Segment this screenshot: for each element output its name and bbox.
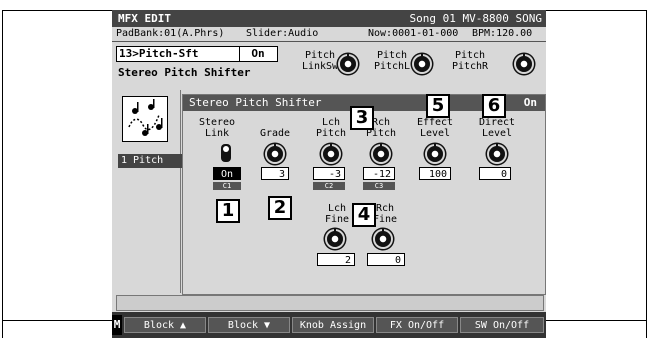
screen-title: MFX EDIT (118, 12, 171, 25)
lch-pitch-label: Lch Pitch (311, 117, 351, 139)
lch-fine-label-line1: Lch (327, 203, 347, 214)
lch-fine-label: Lch Fine (317, 203, 357, 225)
top-knob-2-label-line1: Pitch (376, 50, 408, 61)
status-header: PadBank:01(A.Phrs) Slider:Audio Now:0001… (112, 27, 546, 42)
lch-pitch-value[interactable]: -3 (313, 167, 345, 180)
grade-value[interactable]: 3 (261, 167, 289, 180)
knob-assign-button[interactable]: Knob Assign (292, 317, 374, 333)
padbank-status: PadBank:01(A.Phrs) (116, 28, 225, 39)
block-up-button[interactable]: Block ▲ (124, 317, 206, 333)
effect-level-label: Effect Level (415, 117, 455, 139)
note-wave-icon-graphic (128, 99, 163, 136)
panel-switch-value[interactable]: On (524, 95, 537, 111)
knob-notch (334, 228, 336, 233)
effect-level-knob[interactable] (427, 143, 443, 162)
stereo-link-label-line1: Stereo (198, 117, 236, 128)
direct-level-knob[interactable] (489, 143, 505, 162)
pitch-pitchl-knob[interactable] (414, 53, 430, 72)
knob-notch (496, 143, 498, 148)
lch-pitch-label-line1: Lch (321, 117, 341, 128)
callout-5: 5 (426, 94, 450, 118)
rch-pitch-ctrl-badge: C3 (363, 182, 395, 190)
stereo-link-label: Stereo Link (197, 117, 237, 139)
message-bar (116, 295, 544, 311)
fx-type-name: 13>Pitch-Sft (119, 47, 199, 60)
effect-level-label-line2: Level (419, 128, 451, 139)
direct-level-label-line2: Level (481, 128, 513, 139)
note-wave-icon (122, 96, 168, 142)
knob-notch (330, 143, 332, 148)
top-knob-1-label-line1: Pitch (304, 50, 336, 61)
top-knob-3-label-line2: PitchR (451, 61, 489, 72)
top-knob-1-label: Pitch LinkSw (300, 50, 340, 72)
knob-notch (347, 53, 349, 58)
stereo-link-value[interactable]: On (213, 167, 241, 180)
rch-pitch-knob[interactable] (373, 143, 389, 162)
fx-onoff-button[interactable]: FX On/Off (376, 317, 458, 333)
direct-level-label: Direct Level (477, 117, 517, 139)
knob-notch (523, 53, 525, 58)
panel-title: Stereo Pitch Shifter (189, 96, 322, 109)
lch-fine-value[interactable]: 2 (317, 253, 355, 266)
knob-notch (380, 143, 382, 148)
grade-knob[interactable] (267, 143, 283, 162)
direct-level-label-line1: Direct (478, 117, 516, 128)
now-position: Now:0001-01-000 (368, 28, 459, 39)
knob-notch (382, 228, 384, 233)
frame-left-border (2, 10, 3, 338)
knob-notch (434, 143, 436, 148)
top-knob-2-label: Pitch PitchL (372, 50, 412, 72)
rch-fine-value[interactable]: 0 (367, 253, 405, 266)
callout-4: 4 (352, 203, 376, 227)
stereo-link-ctrl-badge: C1 (213, 182, 241, 190)
slider-status: Slider:Audio (246, 28, 319, 39)
song-name: Song 01 MV-8800 SONG (409, 12, 542, 25)
top-knob-1-label-line2: LinkSw (301, 61, 339, 72)
device-screen: MFX EDIT Song 01 MV-8800 SONG PadBank:01… (112, 10, 546, 338)
lch-pitch-knob[interactable] (323, 143, 339, 162)
function-button-row: M Block ▲ Block ▼ Knob Assign FX On/Off … (112, 312, 546, 338)
bpm-display: BPM:120.00 (472, 28, 533, 39)
stereo-link-label-line2: Link (204, 128, 230, 139)
callout-3: 3 (350, 106, 374, 130)
pitch-pitchr-knob[interactable] (516, 53, 532, 72)
rch-pitch-value[interactable]: -12 (363, 167, 395, 180)
stereo-link-toggle[interactable] (221, 144, 231, 162)
effect-level-value[interactable]: 100 (419, 167, 451, 180)
callout-1: 1 (216, 199, 240, 223)
callout-6: 6 (482, 94, 506, 118)
fx-type-selector[interactable]: 13>Pitch-Sft On (116, 46, 278, 62)
top-knob-2-label-line2: PitchL (373, 61, 411, 72)
lch-pitch-label-line2: Pitch (315, 128, 347, 139)
m-button[interactable]: M (112, 315, 122, 335)
fx-description: Stereo Pitch Shifter (118, 66, 251, 79)
knob-notch (274, 143, 276, 148)
frame-right-border (646, 10, 647, 338)
top-knob-3-label-line1: Pitch (454, 50, 486, 61)
lch-fine-label-line2: Fine (324, 214, 350, 225)
knob-notch (421, 53, 423, 58)
effect-level-label-line1: Effect (416, 117, 454, 128)
rch-fine-knob[interactable] (375, 228, 391, 247)
callout-2: 2 (268, 196, 292, 220)
direct-level-value[interactable]: 0 (479, 167, 511, 180)
toggle-head (223, 146, 229, 152)
sw-onoff-button[interactable]: SW On/Off (460, 317, 544, 333)
pitch-linksw-knob[interactable] (340, 53, 356, 72)
lch-pitch-ctrl-badge: C2 (313, 182, 345, 190)
fx-switch-value[interactable]: On (239, 46, 276, 61)
tab-pitch[interactable]: 1 Pitch (118, 154, 186, 168)
lch-fine-knob[interactable] (327, 228, 343, 247)
grade-label: Grade (259, 128, 291, 139)
title-bar: MFX EDIT Song 01 MV-8800 SONG (112, 10, 546, 27)
top-knob-3-label: Pitch PitchR (450, 50, 490, 72)
block-down-button[interactable]: Block ▼ (208, 317, 290, 333)
